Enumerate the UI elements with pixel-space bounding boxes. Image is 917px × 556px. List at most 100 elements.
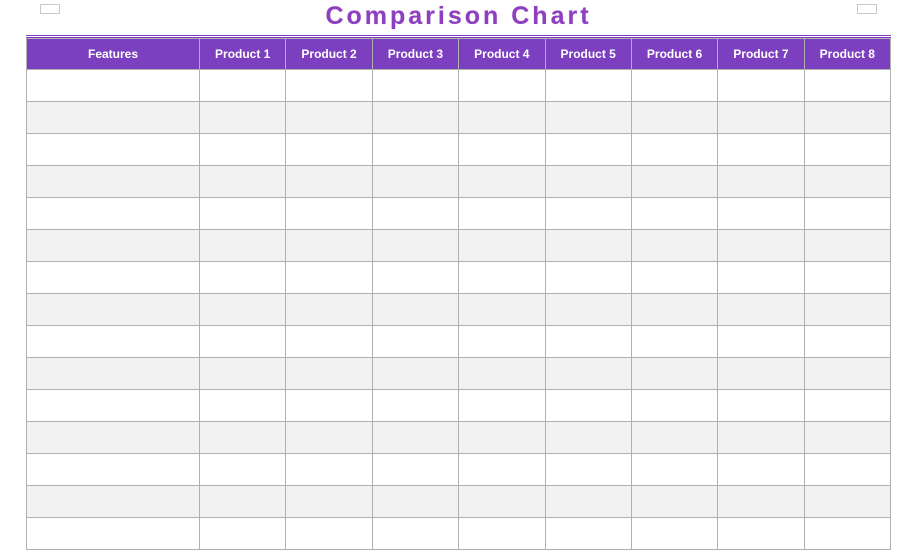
table-cell[interactable] [631, 134, 717, 166]
table-cell[interactable] [372, 358, 458, 390]
table-cell[interactable] [372, 262, 458, 294]
table-cell[interactable] [718, 166, 804, 198]
table-cell[interactable] [200, 166, 286, 198]
table-cell[interactable] [200, 262, 286, 294]
table-cell[interactable] [459, 422, 545, 454]
table-cell[interactable] [200, 518, 286, 550]
table-cell[interactable] [27, 230, 200, 262]
table-cell[interactable] [372, 70, 458, 102]
table-cell[interactable] [372, 198, 458, 230]
table-cell[interactable] [200, 390, 286, 422]
table-cell[interactable] [459, 454, 545, 486]
table-cell[interactable] [286, 294, 372, 326]
table-cell[interactable] [459, 326, 545, 358]
table-cell[interactable] [459, 134, 545, 166]
table-cell[interactable] [459, 390, 545, 422]
table-cell[interactable] [545, 134, 631, 166]
table-cell[interactable] [804, 294, 890, 326]
table-cell[interactable] [27, 102, 200, 134]
table-cell[interactable] [631, 454, 717, 486]
table-cell[interactable] [372, 390, 458, 422]
table-cell[interactable] [372, 326, 458, 358]
table-cell[interactable] [200, 198, 286, 230]
table-cell[interactable] [545, 294, 631, 326]
table-cell[interactable] [718, 390, 804, 422]
table-cell[interactable] [372, 518, 458, 550]
table-cell[interactable] [372, 422, 458, 454]
table-cell[interactable] [286, 390, 372, 422]
table-cell[interactable] [718, 134, 804, 166]
table-cell[interactable] [286, 198, 372, 230]
table-cell[interactable] [631, 262, 717, 294]
table-cell[interactable] [459, 518, 545, 550]
table-cell[interactable] [286, 454, 372, 486]
table-cell[interactable] [545, 358, 631, 390]
table-cell[interactable] [372, 102, 458, 134]
table-cell[interactable] [804, 518, 890, 550]
table-cell[interactable] [718, 262, 804, 294]
table-cell[interactable] [27, 262, 200, 294]
table-cell[interactable] [200, 358, 286, 390]
table-cell[interactable] [545, 454, 631, 486]
table-cell[interactable] [804, 166, 890, 198]
table-cell[interactable] [27, 454, 200, 486]
table-cell[interactable] [459, 198, 545, 230]
table-cell[interactable] [200, 454, 286, 486]
table-cell[interactable] [286, 166, 372, 198]
table-cell[interactable] [286, 102, 372, 134]
table-cell[interactable] [27, 326, 200, 358]
table-cell[interactable] [27, 518, 200, 550]
table-cell[interactable] [286, 518, 372, 550]
table-cell[interactable] [27, 358, 200, 390]
table-cell[interactable] [372, 134, 458, 166]
table-cell[interactable] [631, 198, 717, 230]
table-cell[interactable] [286, 422, 372, 454]
table-cell[interactable] [718, 102, 804, 134]
table-cell[interactable] [27, 294, 200, 326]
table-cell[interactable] [718, 198, 804, 230]
table-cell[interactable] [718, 518, 804, 550]
table-cell[interactable] [718, 230, 804, 262]
table-cell[interactable] [631, 326, 717, 358]
table-cell[interactable] [459, 102, 545, 134]
table-cell[interactable] [804, 326, 890, 358]
table-cell[interactable] [718, 326, 804, 358]
table-cell[interactable] [804, 70, 890, 102]
table-cell[interactable] [286, 230, 372, 262]
table-cell[interactable] [631, 358, 717, 390]
table-cell[interactable] [804, 390, 890, 422]
table-cell[interactable] [545, 102, 631, 134]
table-cell[interactable] [718, 454, 804, 486]
table-cell[interactable] [459, 70, 545, 102]
table-cell[interactable] [286, 358, 372, 390]
table-cell[interactable] [804, 358, 890, 390]
table-cell[interactable] [372, 454, 458, 486]
table-cell[interactable] [459, 358, 545, 390]
table-cell[interactable] [27, 70, 200, 102]
table-cell[interactable] [631, 102, 717, 134]
table-cell[interactable] [200, 70, 286, 102]
table-cell[interactable] [718, 422, 804, 454]
table-cell[interactable] [545, 70, 631, 102]
table-cell[interactable] [804, 454, 890, 486]
table-cell[interactable] [27, 166, 200, 198]
table-cell[interactable] [631, 518, 717, 550]
table-cell[interactable] [459, 166, 545, 198]
table-cell[interactable] [200, 294, 286, 326]
table-cell[interactable] [631, 166, 717, 198]
table-cell[interactable] [631, 294, 717, 326]
table-cell[interactable] [27, 134, 200, 166]
table-cell[interactable] [631, 230, 717, 262]
table-cell[interactable] [200, 326, 286, 358]
table-cell[interactable] [804, 102, 890, 134]
table-cell[interactable] [545, 486, 631, 518]
table-cell[interactable] [286, 262, 372, 294]
table-cell[interactable] [286, 134, 372, 166]
table-cell[interactable] [286, 70, 372, 102]
table-cell[interactable] [27, 486, 200, 518]
table-cell[interactable] [286, 326, 372, 358]
table-cell[interactable] [200, 102, 286, 134]
table-cell[interactable] [718, 358, 804, 390]
table-cell[interactable] [459, 486, 545, 518]
table-cell[interactable] [804, 486, 890, 518]
